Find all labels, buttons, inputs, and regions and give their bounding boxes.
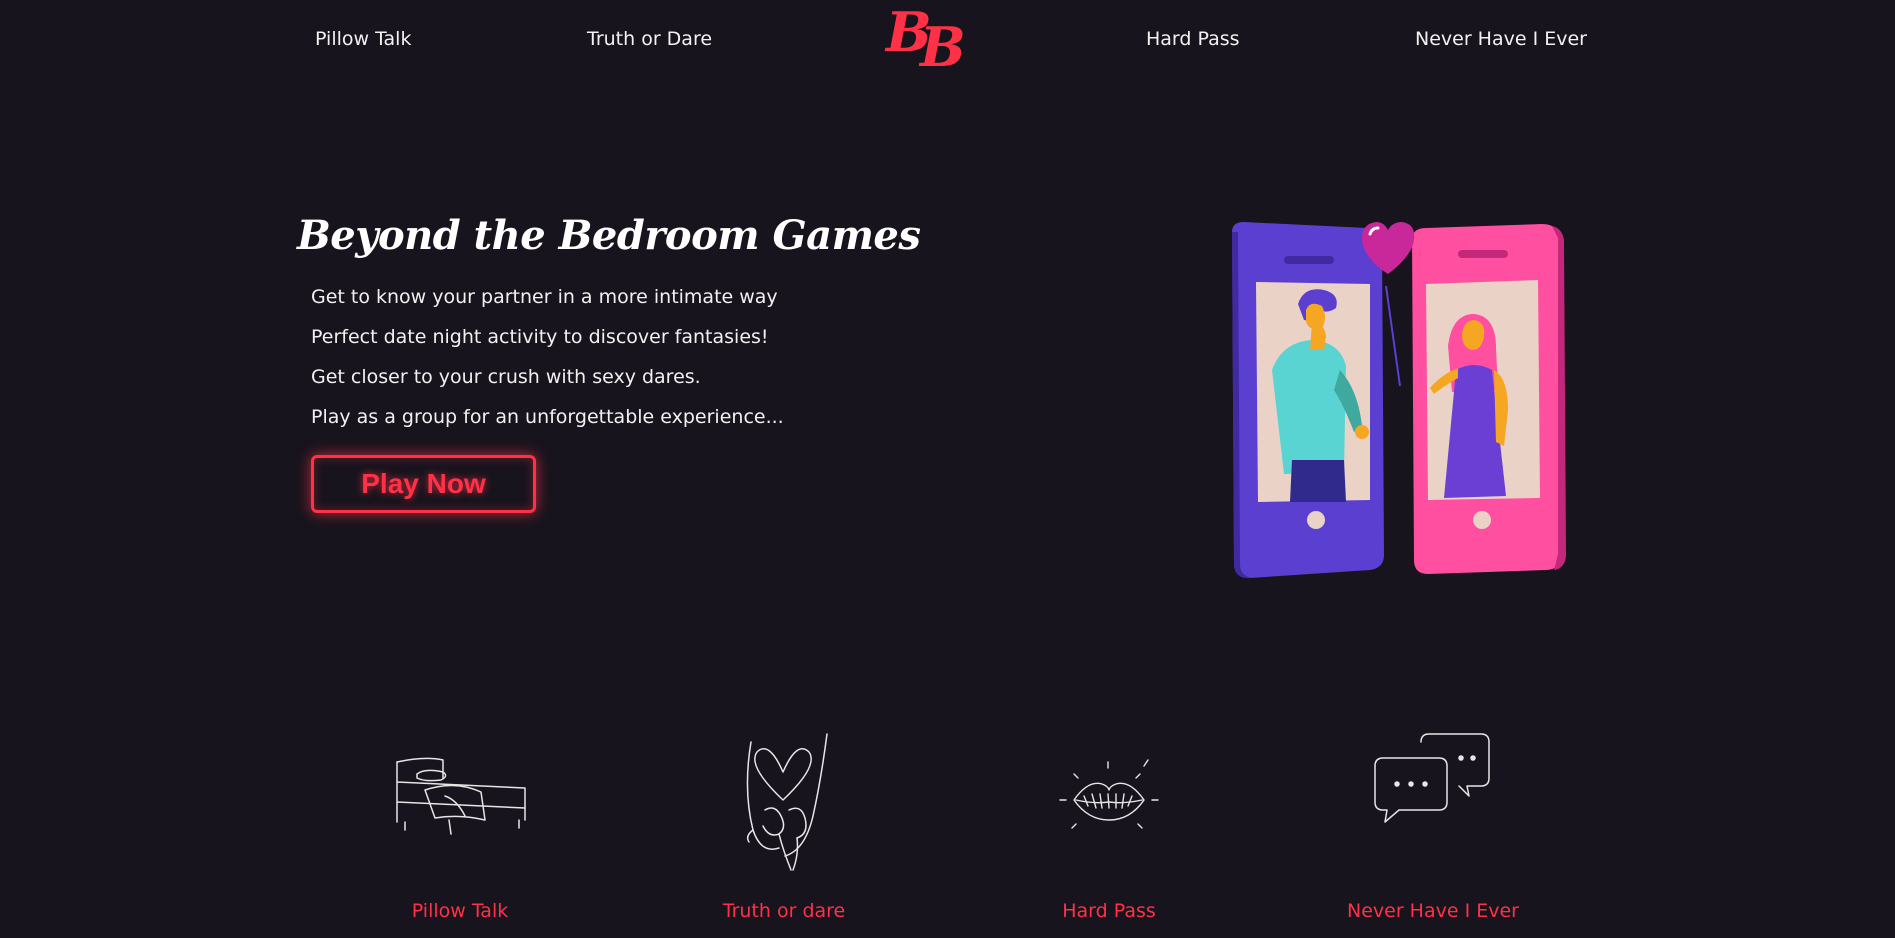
hero-line: Get closer to your crush with sexy dares… [311,366,701,388]
hero-title: Beyond the Bedroom Games [297,212,921,259]
play-now-button[interactable]: Play Now [311,455,536,513]
feature-truth-or-dare[interactable]: Truth or dare [664,730,904,930]
nav-link-truth-or-dare[interactable]: Truth or Dare [587,28,712,50]
feature-label: Never Have I Ever [1347,900,1519,922]
logo-letter-second: B [920,15,966,79]
brand-logo[interactable]: B B [884,0,984,80]
feature-never-have-i-ever[interactable]: Never Have I Ever [1313,730,1553,930]
nav-link-never-have-i-ever[interactable]: Never Have I Ever [1415,28,1587,50]
feature-label: Truth or dare [722,900,846,922]
nav-link-hard-pass[interactable]: Hard Pass [1146,28,1240,50]
feature-hard-pass[interactable]: Hard Pass [989,730,1229,930]
top-nav: Pillow Talk Truth or Dare B B Hard Pass … [0,0,1895,80]
nav-link-pillow-talk[interactable]: Pillow Talk [315,28,411,50]
feature-label: Pillow Talk [411,900,509,922]
bed-icon [396,757,526,835]
chat-bubbles-icon [1374,733,1490,823]
hero-line: Get to know your partner in a more intim… [311,286,778,308]
hero-line: Perfect date night activity to discover … [311,326,769,348]
holding-hands-heart-icon [746,733,828,871]
feature-pillow-talk[interactable]: Pillow Talk [340,730,580,930]
couple-on-phones-illustration [1232,222,1566,579]
hero-description: Get to know your partner in a more intim… [311,284,784,444]
feature-label: Hard Pass [1062,900,1156,922]
lips-icon [1059,759,1159,829]
hero-line: Play as a group for an unforgettable exp… [311,406,784,428]
